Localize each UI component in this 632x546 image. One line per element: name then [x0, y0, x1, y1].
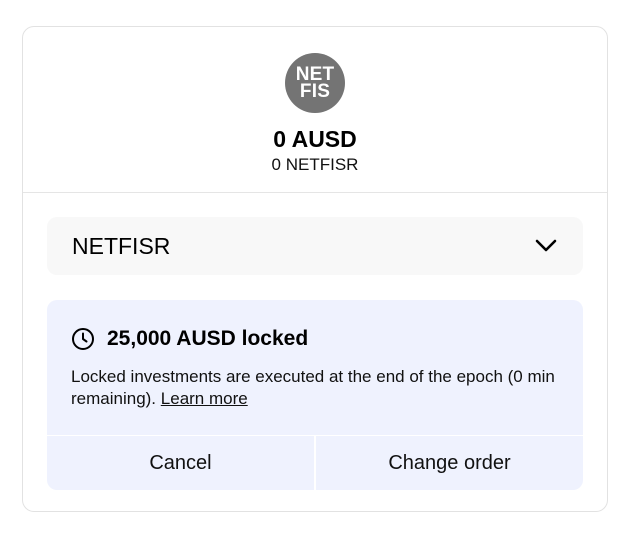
- locked-notice-description: Locked investments are executed at the e…: [71, 367, 555, 408]
- amount-primary: 0 AUSD: [273, 126, 357, 152]
- change-order-button[interactable]: Change order: [314, 436, 583, 490]
- token-logo-line2: FIS: [299, 81, 331, 102]
- tranche-select[interactable]: NETFISR: [47, 217, 583, 275]
- order-actions: Cancel Change order: [47, 435, 583, 490]
- invest-card: NET FIS 0 AUSD 0 NETFISR NETFISR 25,000 …: [22, 26, 608, 512]
- card-header: NET FIS 0 AUSD 0 NETFISR: [23, 27, 607, 193]
- locked-notice-content: 25,000 AUSD locked Locked investments ar…: [47, 300, 583, 435]
- locked-notice: 25,000 AUSD locked Locked investments ar…: [47, 300, 583, 490]
- clock-icon: [72, 328, 94, 350]
- cancel-button[interactable]: Cancel: [47, 436, 314, 490]
- amount-secondary: 0 NETFISR: [271, 155, 359, 174]
- learn-more-link[interactable]: Learn more: [161, 389, 248, 408]
- tranche-select-value: NETFISR: [72, 233, 171, 259]
- locked-notice-title-row: 25,000 AUSD locked: [71, 326, 559, 352]
- locked-notice-description-block: Locked investments are executed at the e…: [71, 366, 559, 410]
- locked-notice-title: 25,000 AUSD locked: [107, 327, 309, 350]
- token-logo: NET FIS: [285, 53, 345, 113]
- chevron-down-icon: [535, 239, 557, 252]
- card-body: NETFISR 25,000 AUSD locked Locked invest…: [23, 193, 607, 490]
